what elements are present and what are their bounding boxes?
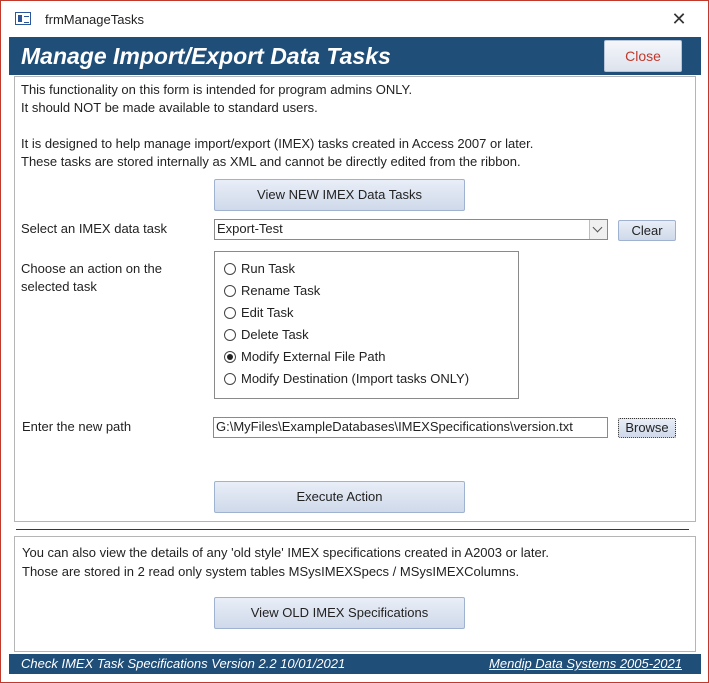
option-label: Edit Task <box>241 305 294 320</box>
action-label-line-2: selected task <box>21 279 97 294</box>
intro-line-1: This functionality on this form is inten… <box>21 82 413 97</box>
company-link[interactable]: Mendip Data Systems 2005-2021 <box>489 656 682 671</box>
action-option-group: Run Task Rename Task Edit Task Delete Ta… <box>214 251 519 399</box>
window-title: frmManageTasks <box>45 12 144 27</box>
execute-action-button[interactable]: Execute Action <box>214 481 465 513</box>
radio-icon[interactable] <box>224 307 236 319</box>
close-button[interactable]: Close <box>604 40 682 72</box>
old-specs-line-2: Those are stored in 2 read only system t… <box>22 564 520 579</box>
new-path-label: Enter the new path <box>22 419 132 434</box>
form-window: frmManageTasks ✕ Manage Import/Export Da… <box>0 0 709 683</box>
option-run-task[interactable]: Run Task <box>224 260 514 280</box>
intro-line-3: It is designed to help manage import/exp… <box>21 136 534 151</box>
old-specs-panel: You can also view the details of any 'ol… <box>14 536 696 652</box>
option-edit-task[interactable]: Edit Task <box>224 304 514 324</box>
header-bar: Manage Import/Export Data Tasks Close <box>9 37 701 75</box>
option-modify-external-file-path[interactable]: Modify External File Path <box>224 348 514 368</box>
old-specs-line-1: You can also view the details of any 'ol… <box>22 545 549 560</box>
radio-icon[interactable] <box>224 263 236 275</box>
option-label: Run Task <box>241 261 295 276</box>
option-delete-task[interactable]: Delete Task <box>224 326 514 346</box>
window-close-icon[interactable]: ✕ <box>667 8 691 30</box>
radio-selected-icon[interactable] <box>224 351 236 363</box>
radio-icon[interactable] <box>224 329 236 341</box>
version-info: Check IMEX Task Specifications Version 2… <box>21 656 346 671</box>
option-label: Rename Task <box>241 283 321 298</box>
chevron-down-icon[interactable] <box>589 220 607 239</box>
task-select-value: Export-Test <box>217 221 283 236</box>
clear-button[interactable]: Clear <box>618 220 676 241</box>
option-label: Delete Task <box>241 327 309 342</box>
select-task-label: Select an IMEX data task <box>21 221 167 236</box>
view-new-imex-button[interactable]: View NEW IMEX Data Tasks <box>214 179 465 211</box>
new-path-value: G:\MyFiles\ExampleDatabases\IMEXSpecific… <box>216 419 573 434</box>
new-path-input[interactable]: G:\MyFiles\ExampleDatabases\IMEXSpecific… <box>213 417 608 438</box>
option-label: Modify Destination (Import tasks ONLY) <box>241 371 470 386</box>
footer-bar: Check IMEX Task Specifications Version 2… <box>9 654 701 674</box>
task-select[interactable]: Export-Test <box>214 219 608 240</box>
form-icon <box>15 12 31 25</box>
option-rename-task[interactable]: Rename Task <box>224 282 514 302</box>
action-label-line-1: Choose an action on the <box>21 261 162 276</box>
option-modify-destination[interactable]: Modify Destination (Import tasks ONLY) <box>224 370 514 390</box>
section-divider <box>16 529 689 530</box>
view-old-imex-button[interactable]: View OLD IMEX Specifications <box>214 597 465 629</box>
radio-icon[interactable] <box>224 373 236 385</box>
option-label: Modify External File Path <box>241 349 386 364</box>
browse-button[interactable]: Browse <box>618 418 676 438</box>
title-bar: frmManageTasks ✕ <box>1 1 708 37</box>
intro-line-2: It should NOT be made available to stand… <box>21 100 318 115</box>
radio-icon[interactable] <box>224 285 236 297</box>
intro-line-4: These tasks are stored internally as XML… <box>21 154 521 169</box>
page-title: Manage Import/Export Data Tasks <box>21 43 391 69</box>
